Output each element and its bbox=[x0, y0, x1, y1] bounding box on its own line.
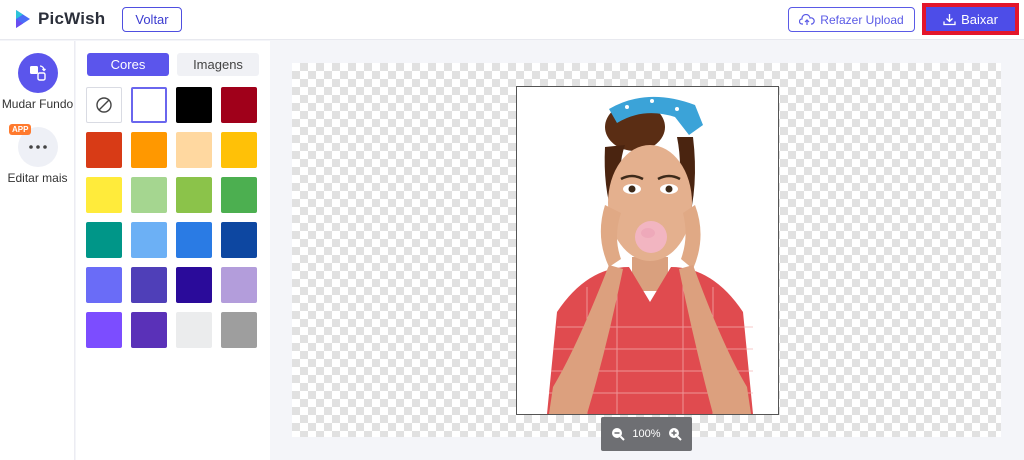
color-swatch[interactable] bbox=[176, 87, 212, 123]
app-badge: APP bbox=[9, 124, 32, 135]
color-panel: Cores Imagens bbox=[76, 41, 270, 460]
color-swatch[interactable] bbox=[131, 312, 167, 348]
zoom-level: 100% bbox=[632, 428, 661, 440]
color-swatch[interactable] bbox=[176, 222, 212, 258]
sidebar-item-edit-more[interactable]: APP Editar mais bbox=[0, 124, 75, 185]
color-swatch[interactable] bbox=[86, 132, 122, 168]
color-swatch[interactable] bbox=[176, 132, 212, 168]
result-image[interactable] bbox=[516, 86, 779, 415]
color-swatch[interactable] bbox=[86, 177, 122, 213]
color-swatch[interactable] bbox=[86, 267, 122, 303]
no-color-icon bbox=[96, 97, 112, 113]
left-rail: Mudar Fundo APP Editar mais bbox=[0, 41, 75, 460]
color-swatch[interactable] bbox=[176, 312, 212, 348]
color-swatch[interactable] bbox=[131, 177, 167, 213]
more-dots-icon bbox=[28, 145, 47, 149]
color-swatch[interactable] bbox=[86, 222, 122, 258]
color-swatch[interactable] bbox=[221, 177, 257, 213]
zoom-in-icon[interactable] bbox=[668, 427, 682, 441]
tab-colors[interactable]: Cores bbox=[87, 53, 169, 76]
picwish-logo-icon bbox=[16, 10, 30, 28]
color-swatch[interactable] bbox=[176, 267, 212, 303]
cloud-upload-icon bbox=[799, 13, 816, 25]
color-swatch[interactable] bbox=[221, 132, 257, 168]
canvas-area: 100% bbox=[271, 41, 1024, 460]
download-icon bbox=[943, 13, 956, 25]
change-background-icon bbox=[29, 65, 46, 81]
person-cutout-image bbox=[547, 96, 753, 414]
sidebar-item-change-background[interactable]: Mudar Fundo bbox=[0, 53, 75, 111]
reupload-button[interactable]: Refazer Upload bbox=[788, 7, 915, 32]
color-swatch[interactable] bbox=[86, 312, 122, 348]
color-swatch[interactable] bbox=[221, 87, 257, 123]
color-swatch[interactable] bbox=[176, 177, 212, 213]
color-swatch[interactable] bbox=[221, 222, 257, 258]
color-swatch[interactable] bbox=[131, 267, 167, 303]
app-name: PicWish bbox=[38, 9, 106, 28]
download-button[interactable]: Baixar bbox=[922, 3, 1019, 35]
color-swatch-grid bbox=[86, 87, 257, 348]
top-bar: PicWish Voltar Refazer Upload Baixar bbox=[0, 0, 1024, 40]
zoom-control: 100% bbox=[601, 417, 692, 451]
color-swatch[interactable] bbox=[131, 132, 167, 168]
tab-images[interactable]: Imagens bbox=[177, 53, 259, 76]
color-swatch[interactable] bbox=[131, 222, 167, 258]
panel-tabs: Cores Imagens bbox=[87, 53, 259, 76]
reupload-label: Refazer Upload bbox=[820, 12, 904, 27]
logo[interactable]: PicWish bbox=[14, 9, 105, 29]
sidebar-item-label: Editar mais bbox=[7, 171, 68, 185]
sidebar-item-label: Mudar Fundo bbox=[1, 97, 74, 111]
download-label: Baixar bbox=[961, 11, 998, 27]
swatch-no-color[interactable] bbox=[86, 87, 122, 123]
color-swatch[interactable] bbox=[131, 87, 167, 123]
back-button[interactable]: Voltar bbox=[122, 7, 182, 32]
color-swatch[interactable] bbox=[221, 312, 257, 348]
color-swatch[interactable] bbox=[221, 267, 257, 303]
zoom-out-icon[interactable] bbox=[611, 427, 626, 441]
change-background-button[interactable] bbox=[17, 53, 58, 93]
